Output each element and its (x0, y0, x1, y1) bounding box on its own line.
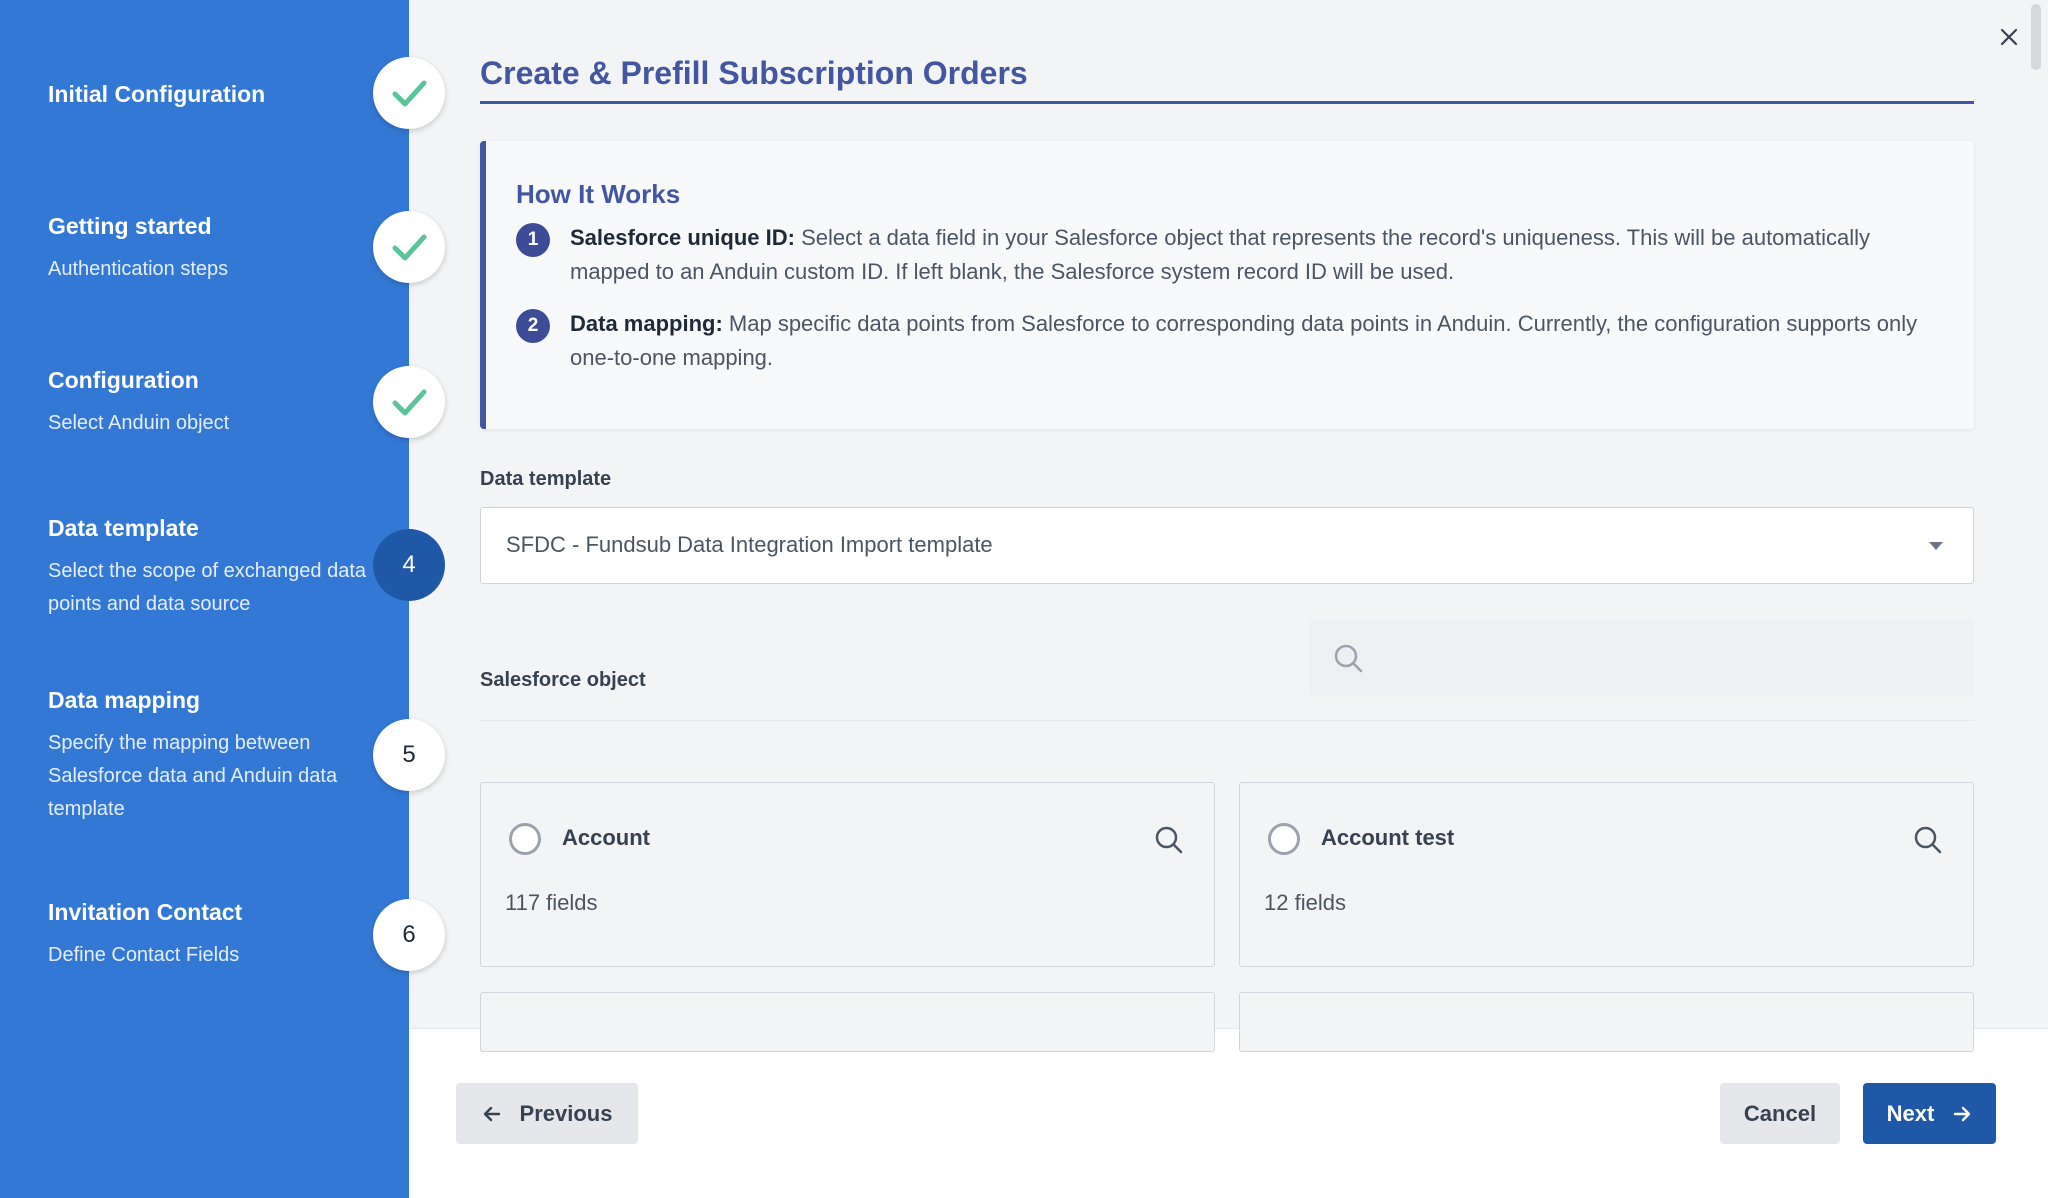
arrow-right-icon (1954, 1106, 1971, 1121)
search-icon[interactable] (1154, 825, 1184, 855)
item-text: Salesforce unique ID: Select a data fiel… (570, 221, 1946, 289)
step-title: Getting started (48, 213, 212, 239)
radio-button[interactable] (1268, 823, 1300, 855)
object-search[interactable] (1309, 620, 1974, 696)
scrollbar-thumb[interactable] (2031, 4, 2041, 70)
step-title: Invitation Contact (48, 899, 243, 925)
step-number: 5 (373, 719, 445, 791)
step-subtitle: Select Anduin object (48, 412, 230, 434)
field-count: 117 fields (505, 890, 598, 915)
item-label: Salesforce unique ID: (570, 225, 795, 250)
how-it-works-title: How It Works (516, 179, 681, 209)
object-search-input[interactable] (1379, 632, 1959, 684)
step-complete-check-icon (373, 366, 445, 438)
step-title: Data mapping (48, 687, 201, 713)
data-template-value: SFDC - Fundsub Data Integration Import t… (506, 532, 993, 557)
field-count: 12 fields (1264, 890, 1346, 915)
next-button[interactable]: Next (1863, 1083, 1996, 1144)
how-it-works-panel: How It Works 1 Salesforce unique ID: Sel… (480, 141, 1974, 429)
cancel-button[interactable]: Cancel (1720, 1083, 1840, 1144)
wizard-sidebar: Initial Configuration Getting started Au… (0, 0, 409, 1198)
step-title: Data template (48, 515, 199, 541)
data-template-select[interactable]: SFDC - Fundsub Data Integration Import t… (480, 507, 1974, 584)
data-template-label: Data template (480, 468, 612, 490)
search-icon[interactable] (1913, 825, 1943, 855)
step-complete-check-icon (373, 57, 445, 129)
radio-button[interactable] (509, 823, 541, 855)
step-subtitle: Authentication steps (48, 258, 229, 280)
step-subtitle: Select the scope of exchanged data point… (48, 560, 367, 615)
step-number: 6 (373, 899, 445, 971)
object-card-account[interactable]: Account 117 fields (480, 782, 1215, 967)
scrollbar[interactable] (2024, 0, 2048, 1028)
object-name: Account (562, 825, 650, 850)
step-initial-configuration[interactable]: Initial Configuration (48, 79, 378, 109)
step-subtitle: Specify the mapping between Salesforce d… (48, 732, 338, 820)
how-it-works-item: 1 Salesforce unique ID: Select a data fi… (516, 221, 1946, 289)
object-card-partial[interactable] (480, 992, 1215, 1052)
item-description: Map specific data points from Salesforce… (570, 311, 1918, 370)
arrow-left-icon (483, 1106, 500, 1121)
title-divider (480, 101, 1974, 104)
step-data-mapping[interactable]: Data mapping Specify the mapping between… (48, 685, 378, 826)
item-text: Data mapping: Map specific data points f… (570, 307, 1946, 375)
chevron-down-icon (1929, 542, 1943, 550)
next-label: Next (1886, 1100, 1935, 1126)
page-title: Create & Prefill Subscription Orders (480, 55, 1028, 91)
object-name: Account test (1321, 825, 1455, 850)
step-getting-started[interactable]: Getting started Authentication steps (48, 211, 378, 286)
cancel-label: Cancel (1743, 1100, 1817, 1126)
section-divider (480, 720, 1974, 721)
previous-button[interactable]: Previous (456, 1083, 638, 1144)
item-number-badge: 2 (516, 309, 550, 343)
step-subtitle: Define Contact Fields (48, 944, 240, 966)
step-data-template[interactable]: Data template Select the scope of exchan… (48, 513, 378, 621)
item-label: Data mapping: (570, 311, 723, 336)
salesforce-object-label: Salesforce object (480, 669, 646, 691)
previous-label: Previous (519, 1100, 613, 1126)
close-icon[interactable] (1998, 26, 2020, 48)
object-card-account-test[interactable]: Account test 12 fields (1239, 782, 1974, 967)
step-complete-check-icon (373, 211, 445, 283)
object-card-partial[interactable] (1239, 992, 1974, 1052)
step-configuration[interactable]: Configuration Select Anduin object (48, 365, 378, 440)
search-icon (1334, 644, 1363, 673)
step-title: Initial Configuration (48, 81, 266, 107)
step-title: Configuration (48, 367, 199, 393)
how-it-works-item: 2 Data mapping: Map specific data points… (516, 307, 1946, 375)
step-invitation-contact[interactable]: Invitation Contact Define Contact Fields (48, 897, 378, 972)
step-number-active: 4 (373, 529, 445, 601)
item-number-badge: 1 (516, 223, 550, 257)
